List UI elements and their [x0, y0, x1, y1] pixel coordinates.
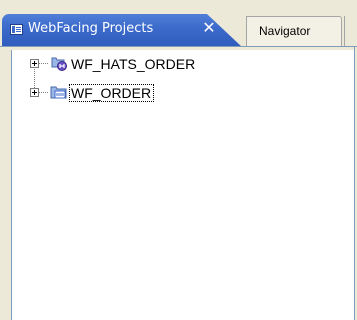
tree-item-label[interactable]: WF_ORDER — [68, 84, 155, 102]
project-tree[interactable]: WF_HATS_ORDER WF_ORDER — [11, 50, 354, 320]
tab-strip-border — [0, 46, 357, 47]
expand-toggle-icon[interactable] — [30, 88, 39, 97]
webfacing-projects-view: WebFacing Projects ✕ Navigator WF_HATS_O… — [0, 0, 357, 320]
tree-connector-line — [39, 92, 49, 93]
tree-item-wf-hats-order[interactable]: WF_HATS_ORDER — [12, 55, 342, 73]
view-border — [354, 47, 355, 320]
webfacing-project-icon — [50, 86, 67, 99]
tab-webfacing-projects-label: WebFacing Projects — [28, 21, 154, 36]
view-list-icon — [10, 24, 23, 35]
tab-separator — [344, 16, 345, 46]
tree-connector-line — [39, 63, 49, 64]
view-tab-strip: WebFacing Projects ✕ Navigator — [0, 0, 357, 50]
expand-toggle-icon[interactable] — [30, 59, 39, 68]
tree-item-wf-order[interactable]: WF_ORDER — [12, 84, 342, 102]
tab-navigator-label[interactable]: Navigator — [259, 23, 310, 39]
close-icon[interactable]: ✕ — [200, 18, 218, 38]
tree-item-label[interactable]: WF_HATS_ORDER — [71, 56, 195, 72]
hats-project-icon — [51, 57, 67, 71]
